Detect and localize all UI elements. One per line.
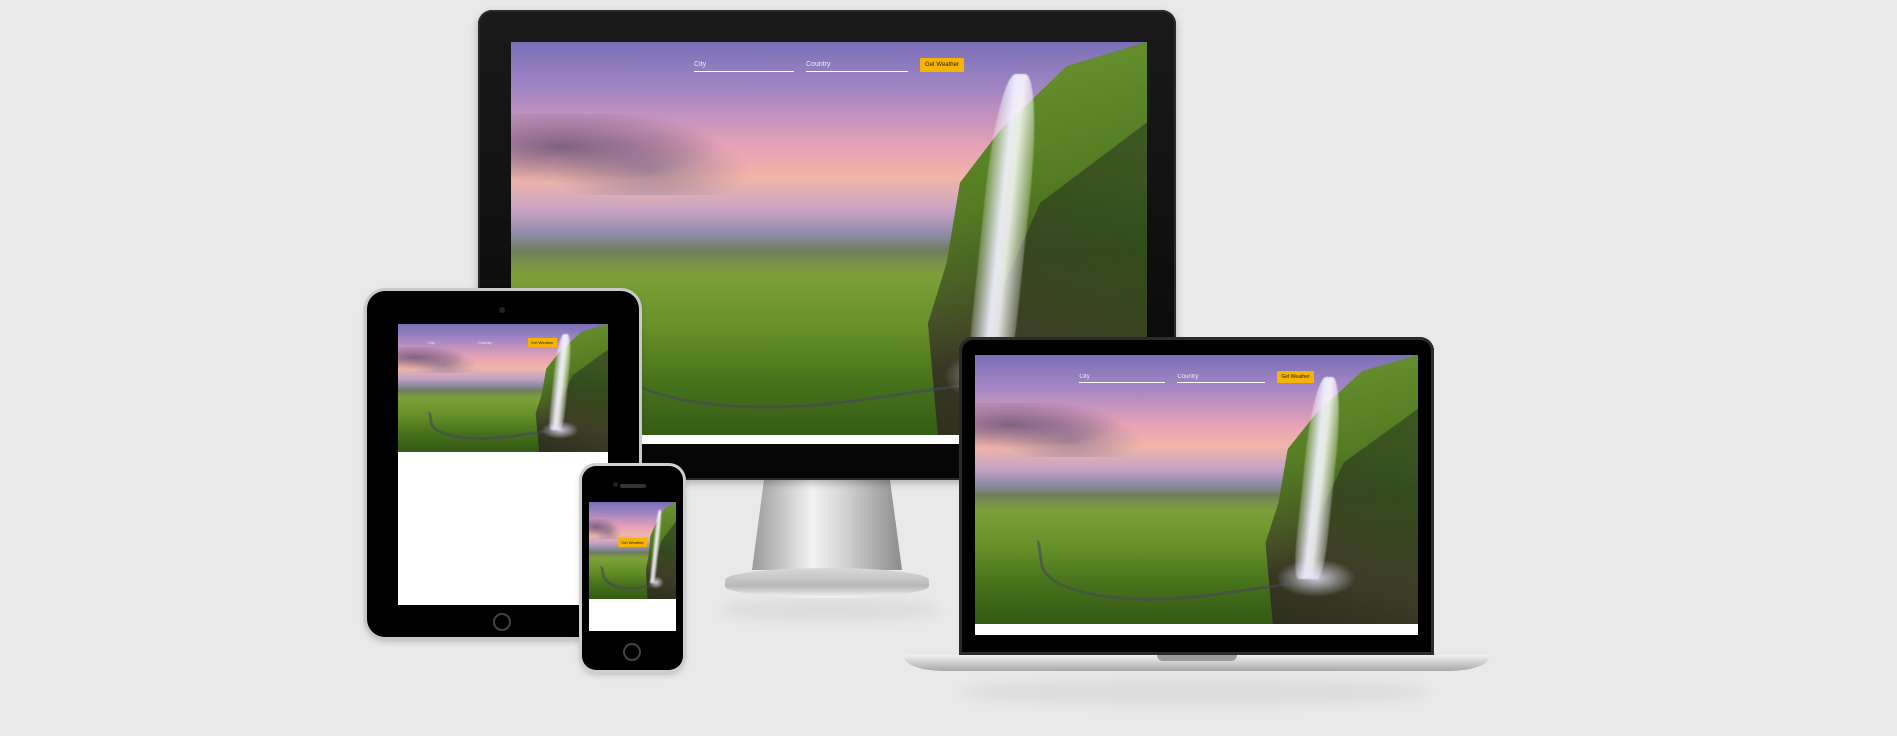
city-input[interactable] — [694, 58, 795, 72]
weather-form: Get Weather — [589, 538, 676, 547]
content-area — [589, 599, 676, 631]
macbook-screen: Get Weather — [975, 355, 1418, 635]
iphone-frame: Get Weather — [582, 466, 683, 670]
home-button-icon[interactable] — [623, 643, 641, 661]
waterfall-background — [589, 502, 676, 599]
iphone-screen: Get Weather — [589, 502, 676, 631]
weather-form: Get Weather — [975, 371, 1418, 383]
ipad-camera — [499, 307, 505, 313]
iphone-camera — [613, 482, 618, 487]
city-input[interactable] — [1079, 371, 1166, 383]
home-button-icon[interactable] — [493, 613, 511, 631]
get-weather-button[interactable]: Get Weather — [1277, 371, 1314, 383]
country-input[interactable] — [478, 338, 520, 347]
weather-form: Get Weather — [511, 58, 1147, 72]
get-weather-button[interactable]: Get Weather — [528, 338, 557, 347]
imac-shadow — [720, 600, 940, 620]
macbook-shadow — [960, 680, 1430, 704]
speaker-icon — [620, 484, 646, 488]
macbook-opening-notch — [1157, 655, 1237, 661]
ipad-screen: Get Weather — [398, 324, 608, 605]
macbook-frame: Get Weather — [959, 337, 1434, 655]
country-input[interactable] — [1177, 371, 1266, 383]
city-input[interactable] — [428, 338, 470, 347]
waterfall-background — [975, 355, 1418, 624]
get-weather-button[interactable]: Get Weather — [920, 58, 964, 72]
country-input[interactable] — [806, 58, 909, 72]
content-area — [975, 624, 1418, 635]
content-area — [398, 452, 608, 605]
imac-stand — [752, 480, 902, 570]
imac-foot — [725, 568, 929, 598]
weather-form: Get Weather — [398, 338, 608, 347]
get-weather-button[interactable]: Get Weather — [618, 538, 647, 547]
